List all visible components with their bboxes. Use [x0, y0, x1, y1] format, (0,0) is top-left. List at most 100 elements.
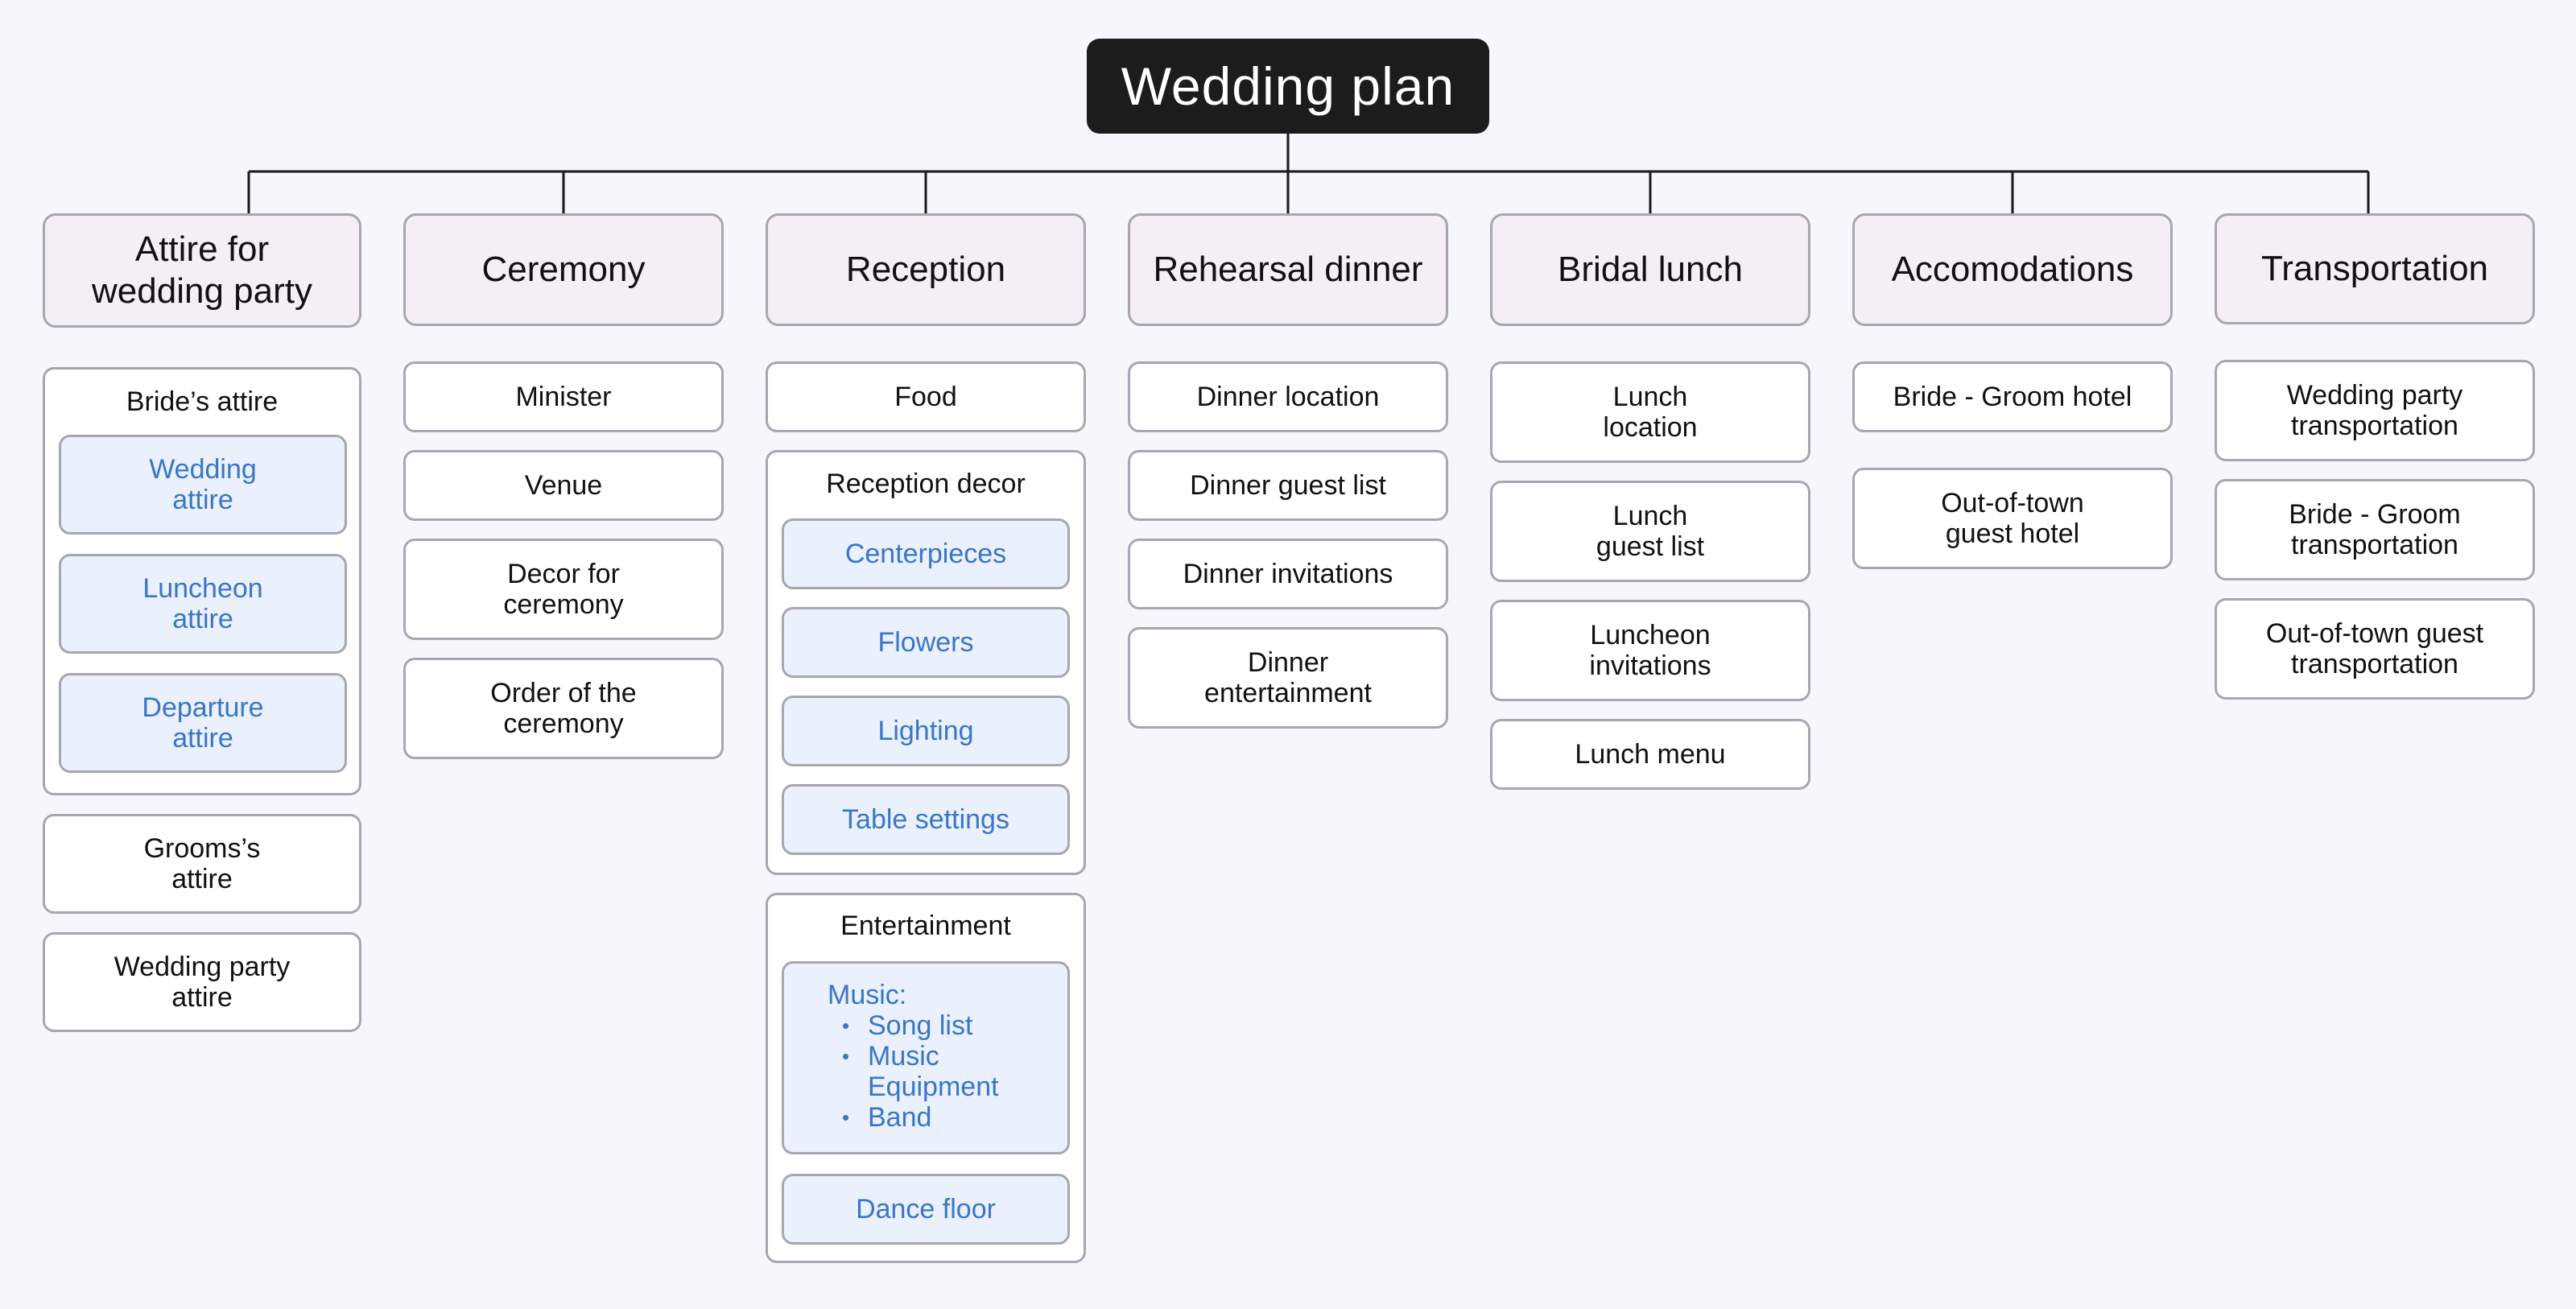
bride-groom-hotel-card: Bride - Groom hotel [1852, 361, 2173, 432]
lunch-guest-list-line-1: Lunch [1612, 501, 1688, 531]
header-rehearsal-dinner-label: Rehearsal dinner [1153, 250, 1423, 289]
music-list: Song list Music Equipment Band [829, 1010, 1051, 1133]
reception-decor-title: Reception decor [826, 469, 1026, 499]
column-header-ceremony: Ceremony [403, 213, 724, 326]
header-reception-label: Reception [845, 250, 1006, 289]
brides-attire-title: Bride’s attire [126, 386, 279, 417]
music-list-item: Music Equipment [842, 1041, 1051, 1102]
brides-attire-group: Bride’s attire Wedding attire Luncheon a… [43, 367, 361, 795]
luncheon-invitations-card: Luncheon invitations [1490, 600, 1810, 701]
grooms-attire-card: Grooms’s attire [43, 814, 361, 914]
dinner-entertainment-line-2: entertainment [1204, 678, 1372, 708]
reception-decor-group: Reception decor Centerpieces Flowers Lig… [766, 450, 1086, 875]
dinner-invitations-card: Dinner invitations [1128, 539, 1448, 609]
grooms-attire-line-1: Grooms’s [143, 833, 261, 864]
lunch-guest-list-line-2: guest list [1596, 531, 1705, 562]
out-of-town-guest-transportation-line-2: transportation [2291, 649, 2458, 679]
departure-attire-line-2: attire [172, 723, 233, 754]
music-equipment-line-2: Equipment [868, 1072, 999, 1102]
wedding-party-transportation-line-2: transportation [2291, 411, 2458, 441]
dance-floor-label: Dance floor [856, 1194, 996, 1224]
entertainment-title: Entertainment [840, 911, 1011, 941]
header-ceremony-label: Ceremony [481, 250, 646, 289]
lunch-guest-list-card: Lunch guest list [1490, 481, 1810, 582]
column-header-transportation: Transportation [2215, 213, 2535, 324]
lunch-location-card: Lunch location [1490, 361, 1810, 463]
bride-groom-transportation-line-1: Bride - Groom [2289, 499, 2461, 530]
minister-label: Minister [515, 382, 612, 412]
wedding-attire-line-1: Wedding [149, 454, 257, 485]
lunch-menu-card: Lunch menu [1490, 719, 1810, 790]
flowers-label: Flowers [877, 627, 974, 658]
wedding-party-attire-line-1: Wedding party [114, 952, 291, 982]
food-card: Food [766, 361, 1086, 432]
dance-floor-item: Dance floor [782, 1174, 1070, 1245]
diagram-root-node: Wedding plan [1087, 39, 1489, 134]
wedding-party-attire-card: Wedding party attire [43, 932, 361, 1032]
wedding-attire-item: Wedding attire [59, 435, 347, 535]
departure-attire-line-1: Departure [142, 692, 264, 723]
wedding-attire-line-2: attire [172, 485, 233, 515]
dinner-guest-list-card: Dinner guest list [1128, 450, 1448, 521]
luncheon-attire-item: Luncheon attire [59, 554, 347, 654]
column-header-accomodations: Accomodations [1852, 213, 2173, 326]
column-header-rehearsal-dinner: Rehearsal dinner [1128, 213, 1448, 326]
centerpieces-label: Centerpieces [844, 539, 1007, 569]
out-of-town-guest-hotel-line-2: guest hotel [1945, 518, 2080, 549]
bride-groom-transportation-card: Bride - Groom transportation [2215, 479, 2535, 580]
minister-card: Minister [403, 361, 724, 432]
venue-card: Venue [403, 450, 724, 521]
lunch-location-line-2: location [1603, 412, 1698, 443]
lighting-item: Lighting [782, 696, 1070, 766]
departure-attire-item: Departure attire [59, 673, 347, 773]
decor-for-ceremony-card: Decor for ceremony [403, 539, 724, 640]
lunch-location-line-1: Lunch [1612, 382, 1688, 412]
order-of-ceremony-line-1: Order of the [490, 678, 637, 708]
wedding-party-transportation-line-1: Wedding party [2286, 380, 2463, 411]
dinner-entertainment-card: Dinner entertainment [1128, 627, 1448, 729]
wedding-party-attire-line-2: attire [171, 982, 233, 1013]
column-header-reception: Reception [766, 213, 1086, 326]
venue-label: Venue [524, 470, 603, 501]
out-of-town-guest-transportation-card: Out-of-town guest transportation [2215, 598, 2535, 700]
centerpieces-item: Centerpieces [782, 518, 1070, 589]
lunch-menu-label: Lunch menu [1575, 739, 1726, 770]
column-header-bridal-lunch: Bridal lunch [1490, 213, 1810, 326]
food-label: Food [894, 382, 957, 412]
header-bridal-lunch-label: Bridal lunch [1558, 250, 1743, 289]
dinner-location-label: Dinner location [1196, 382, 1380, 412]
music-list-item: Band [842, 1102, 1051, 1133]
header-transportation-label: Transportation [2260, 249, 2489, 288]
out-of-town-guest-transportation-line-1: Out-of-town guest [2265, 618, 2484, 649]
header-attire-line-1: Attire for [134, 229, 270, 269]
root-title: Wedding plan [1121, 56, 1455, 116]
bride-groom-transportation-line-2: transportation [2291, 530, 2458, 560]
decor-for-ceremony-line-1: Decor for [507, 559, 620, 589]
order-of-ceremony-line-2: ceremony [503, 708, 624, 739]
column-header-attire: Attire for wedding party [43, 213, 361, 328]
music-equipment-line-1: Music [868, 1041, 939, 1072]
entertainment-group: Entertainment Music: Song list Music Equ… [766, 893, 1086, 1263]
grooms-attire-line-2: attire [171, 864, 233, 894]
order-of-ceremony-card: Order of the ceremony [403, 658, 724, 759]
dinner-entertainment-line-1: Dinner [1247, 647, 1329, 678]
table-settings-label: Table settings [842, 804, 1009, 835]
dinner-guest-list-label: Dinner guest list [1190, 470, 1386, 501]
header-attire-line-2: wedding party [92, 271, 312, 311]
luncheon-attire-line-1: Luncheon [142, 573, 263, 604]
bride-groom-hotel-label: Bride - Groom hotel [1893, 382, 2132, 412]
music-list-item: Song list [842, 1010, 1051, 1041]
wedding-party-transportation-card: Wedding party transportation [2215, 360, 2535, 461]
header-accomodations-label: Accomodations [1891, 250, 2134, 289]
luncheon-invitations-line-1: Luncheon [1590, 620, 1711, 650]
flowers-item: Flowers [782, 607, 1070, 678]
luncheon-attire-line-2: attire [172, 604, 233, 634]
dinner-location-card: Dinner location [1128, 361, 1448, 432]
lighting-label: Lighting [877, 716, 974, 746]
luncheon-invitations-line-2: invitations [1589, 650, 1711, 681]
out-of-town-guest-hotel-line-1: Out-of-town [1941, 488, 2084, 518]
music-item: Music: Song list Music Equipment Band [782, 961, 1070, 1154]
table-settings-item: Table settings [782, 784, 1070, 855]
out-of-town-guest-hotel-card: Out-of-town guest hotel [1852, 468, 2173, 569]
music-label: Music: [828, 980, 907, 1010]
